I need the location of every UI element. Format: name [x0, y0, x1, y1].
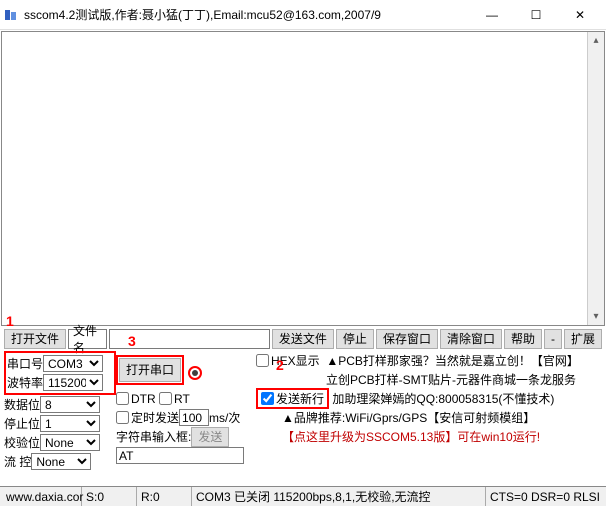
- open-file-button[interactable]: 打开文件: [4, 329, 66, 349]
- baud-label: 波特率: [7, 374, 43, 391]
- scrollbar[interactable]: ▴ ▾: [587, 32, 604, 325]
- status-bar: www.daxia.cor S:0 R:0 COM3 已关闭 115200bps…: [0, 486, 606, 506]
- timed-unit: ms/次: [209, 409, 240, 426]
- parity-label: 校验位: [4, 434, 40, 451]
- scroll-down-icon[interactable]: ▾: [588, 308, 604, 325]
- annotation-3: 3: [128, 333, 136, 349]
- titlebar: sscom4.2测试版,作者:聂小猛(丁丁),Email:mcu52@163.c…: [0, 0, 606, 30]
- parity-select[interactable]: None: [40, 434, 100, 451]
- timed-send-checkbox[interactable]: [116, 411, 129, 424]
- collapse-button[interactable]: -: [544, 329, 562, 349]
- send-newline-checkbox[interactable]: [261, 392, 274, 405]
- serial-config-highlight: 串口号 COM3 波特率 115200: [4, 351, 116, 395]
- app-icon: [4, 7, 20, 23]
- maximize-button[interactable]: ☐: [514, 1, 558, 29]
- timed-interval-input[interactable]: [179, 409, 209, 426]
- rts-checkbox[interactable]: [159, 392, 172, 405]
- dtr-label: DTR: [131, 392, 156, 406]
- flow-select[interactable]: None: [31, 453, 91, 470]
- status-signals: CTS=0 DSR=0 RLSI: [486, 487, 604, 506]
- triangle-icon: ▲: [326, 354, 338, 368]
- promo-line5[interactable]: 【点这里升级为SSCOM5.13版】可在win10运行!: [282, 428, 540, 446]
- rts-label: RT: [174, 392, 190, 406]
- window-title: sscom4.2测试版,作者:聂小猛(丁丁),Email:mcu52@163.c…: [24, 6, 470, 23]
- stop-button[interactable]: 停止: [336, 329, 374, 349]
- port-select[interactable]: COM3: [43, 355, 103, 372]
- port-status-indicator: [188, 366, 202, 380]
- scroll-up-icon[interactable]: ▴: [588, 32, 604, 49]
- annotation-2: 2: [276, 357, 284, 373]
- status-recv: R:0: [137, 487, 192, 506]
- save-window-button[interactable]: 保存窗口: [376, 329, 438, 349]
- promo-line1: PCB打样那家强？当然就是嘉立创！【官网】: [338, 352, 579, 370]
- filename-label: 文件名: [68, 329, 107, 349]
- baud-select[interactable]: 115200: [43, 374, 103, 391]
- send-newline-label: 发送新行: [276, 390, 324, 407]
- send-file-button[interactable]: 发送文件: [272, 329, 334, 349]
- close-button[interactable]: ✕: [558, 1, 602, 29]
- expand-button[interactable]: 扩展: [564, 329, 602, 349]
- input-label: 字符串输入框:: [116, 428, 191, 445]
- receive-textarea[interactable]: ▴ ▾: [1, 31, 605, 326]
- promo-line3: 加助理梁婵嫣的QQ:800058315(不懂技术): [332, 390, 554, 408]
- status-connection: COM3 已关闭 115200bps,8,1,无校验,无流控: [192, 487, 486, 506]
- stopbits-label: 停止位: [4, 415, 40, 432]
- databits-select[interactable]: 8: [40, 396, 100, 413]
- status-site: www.daxia.cor: [2, 487, 82, 506]
- stopbits-select[interactable]: 1: [40, 415, 100, 432]
- promo-line4: 品牌推荐:WiFi/Gprs/GPS【安信可射频模组】: [294, 409, 535, 427]
- databits-label: 数据位: [4, 396, 40, 413]
- annotation-1: 1: [6, 313, 14, 329]
- hex-show-checkbox[interactable]: [256, 354, 269, 367]
- file-row: 打开文件 文件名 发送文件 停止 保存窗口 清除窗口 帮助 - 扩展: [4, 329, 602, 349]
- controls-panel: 1 打开文件 文件名 发送文件 停止 保存窗口 清除窗口 帮助 - 扩展 3 2…: [0, 327, 606, 473]
- send-input[interactable]: [116, 447, 244, 464]
- timed-send-label: 定时发送: [131, 409, 179, 426]
- open-port-button[interactable]: 打开串口: [119, 358, 181, 382]
- dtr-checkbox[interactable]: [116, 392, 129, 405]
- help-button[interactable]: 帮助: [504, 329, 542, 349]
- flow-label: 流 控: [4, 453, 31, 470]
- status-sent: S:0: [82, 487, 137, 506]
- clear-window-button[interactable]: 清除窗口: [440, 329, 502, 349]
- triangle-icon: ▲: [282, 409, 294, 427]
- minimize-button[interactable]: —: [470, 1, 514, 29]
- promo-line2: 立创PCB打样-SMT贴片-元器件商城一条龙服务: [326, 371, 576, 389]
- send-button[interactable]: 发送: [191, 427, 229, 447]
- port-label: 串口号: [7, 355, 43, 372]
